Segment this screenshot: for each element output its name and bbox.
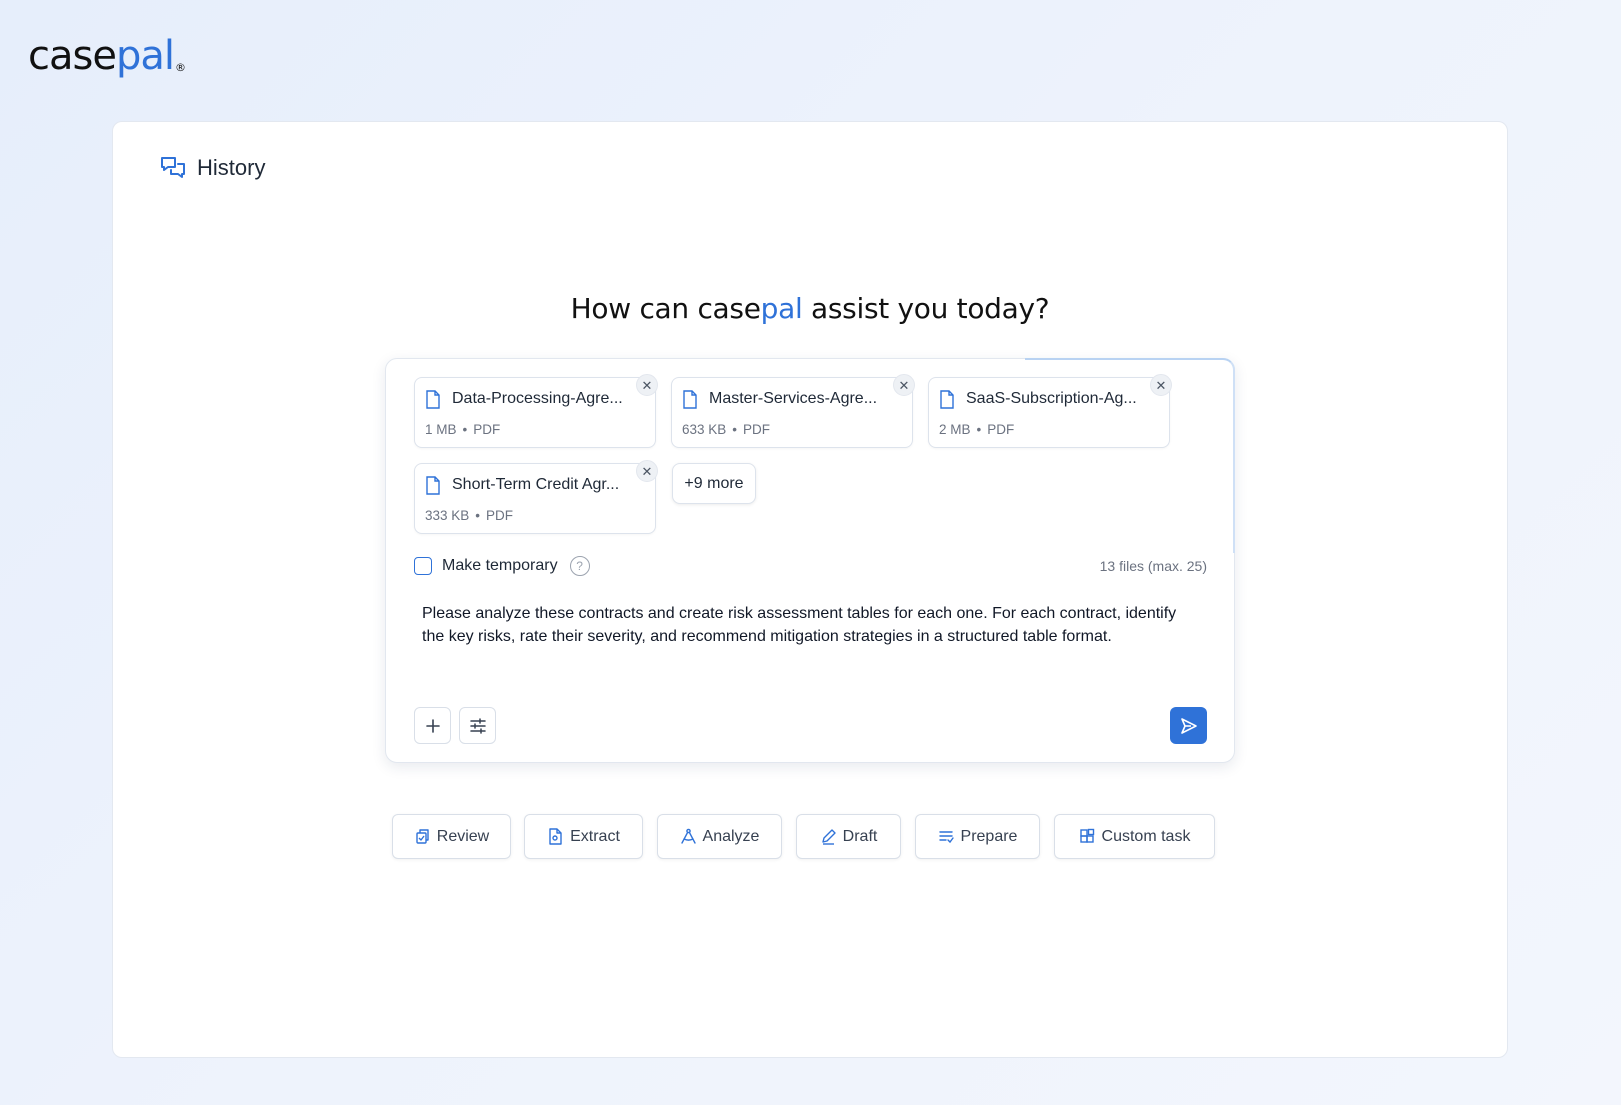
file-meta: 333 KB • PDF	[425, 508, 514, 523]
custom-task-label: Custom task	[1101, 827, 1191, 845]
file-type: PDF	[486, 508, 514, 523]
file-meta: 2 MB • PDF	[939, 422, 1015, 437]
prompt-composer: Data-Processing-Agre... 1 MB • PDF ✕ Maste…	[385, 358, 1235, 763]
analyze-task-button[interactable]: Analyze	[657, 814, 782, 859]
file-type: PDF	[987, 422, 1015, 437]
logo-registered-mark: ®	[174, 61, 186, 74]
close-icon: ✕	[641, 463, 653, 479]
list-check-icon	[938, 831, 954, 844]
make-temporary-checkbox[interactable]	[414, 557, 432, 575]
remove-file-button[interactable]: ✕	[636, 460, 658, 482]
file-name: Data-Processing-Agre...	[452, 390, 623, 407]
file-type: PDF	[743, 422, 771, 437]
make-temporary-row: Make temporary ?	[414, 556, 590, 576]
plus-icon	[425, 718, 440, 733]
file-name: Short-Term Credit Agr...	[452, 476, 620, 493]
draft-task-button[interactable]: Draft	[796, 814, 901, 859]
extract-icon	[549, 828, 562, 845]
sliders-icon	[469, 717, 486, 734]
review-icon	[416, 829, 429, 844]
document-icon	[940, 390, 954, 409]
file-size: 1 MB	[425, 422, 457, 437]
file-chip[interactable]: Short-Term Credit Agr... 333 KB • PDF ✕	[414, 460, 658, 534]
file-chip[interactable]: Master-Services-Agre... 633 KB • PDF ✕	[671, 374, 915, 448]
file-meta: 633 KB • PDF	[682, 422, 771, 437]
close-icon: ✕	[1155, 377, 1167, 393]
file-size: 633 KB	[682, 422, 727, 437]
remove-file-button[interactable]: ✕	[893, 374, 915, 396]
file-type: PDF	[473, 422, 501, 437]
history-label: History	[197, 155, 266, 180]
add-attachment-button[interactable]	[414, 707, 451, 744]
main-card: History How can casepal assist you today…	[112, 121, 1508, 1058]
extract-label: Extract	[570, 827, 620, 845]
analyze-label: Analyze	[702, 827, 760, 845]
question-circle-icon[interactable]: ?	[569, 556, 590, 576]
make-temporary-label[interactable]: Make temporary	[442, 557, 558, 575]
document-icon	[683, 390, 697, 409]
settings-button[interactable]	[459, 707, 496, 744]
file-meta: 1 MB • PDF	[425, 422, 501, 437]
review-task-button[interactable]: Review	[392, 814, 511, 859]
custom-task-button[interactable]: Custom task	[1054, 814, 1215, 859]
remove-file-button[interactable]: ✕	[636, 374, 658, 396]
headline-brand-accent: pal	[760, 292, 803, 325]
page-headline: How can casepal assist you today?	[113, 292, 1507, 325]
chat-bubbles-icon	[161, 157, 185, 178]
history-button[interactable]: History	[159, 154, 265, 182]
prepare-task-button[interactable]: Prepare	[915, 814, 1040, 859]
close-icon: ✕	[898, 377, 910, 393]
file-name: SaaS-Subscription-Ag...	[966, 390, 1137, 407]
more-files-button[interactable]: +9 more	[672, 463, 756, 504]
send-icon	[1180, 717, 1197, 734]
send-button[interactable]	[1170, 707, 1207, 744]
file-size: 2 MB	[939, 422, 971, 437]
casepal-logo[interactable]: casepal®	[28, 36, 186, 76]
document-icon	[426, 390, 440, 409]
file-size: 333 KB	[425, 508, 470, 523]
document-icon	[426, 476, 440, 495]
logo-accent: pal	[115, 33, 175, 79]
file-name: Master-Services-Agre...	[709, 390, 878, 407]
headline-prefix: How can	[570, 292, 698, 325]
headline-brand-main: case	[697, 292, 761, 325]
file-chip[interactable]: Data-Processing-Agre... 1 MB • PDF ✕	[414, 374, 658, 448]
remove-file-button[interactable]: ✕	[1150, 374, 1172, 396]
review-label: Review	[436, 827, 490, 845]
prompt-input[interactable]: Please analyze these contracts and creat…	[422, 602, 1182, 648]
file-chip[interactable]: SaaS-Subscription-Ag... 2 MB • PDF ✕	[928, 374, 1172, 448]
close-icon: ✕	[641, 377, 653, 393]
pencil-icon	[821, 829, 836, 845]
headline-suffix: assist you today?	[802, 292, 1050, 325]
draft-label: Draft	[842, 827, 878, 845]
logo-main: case	[28, 33, 117, 79]
grid-plus-icon	[1079, 828, 1094, 843]
file-count: 13 files (max. 25)	[1099, 558, 1207, 574]
analyze-icon	[680, 828, 696, 844]
prepare-label: Prepare	[960, 827, 1018, 845]
extract-task-button[interactable]: Extract	[524, 814, 643, 859]
